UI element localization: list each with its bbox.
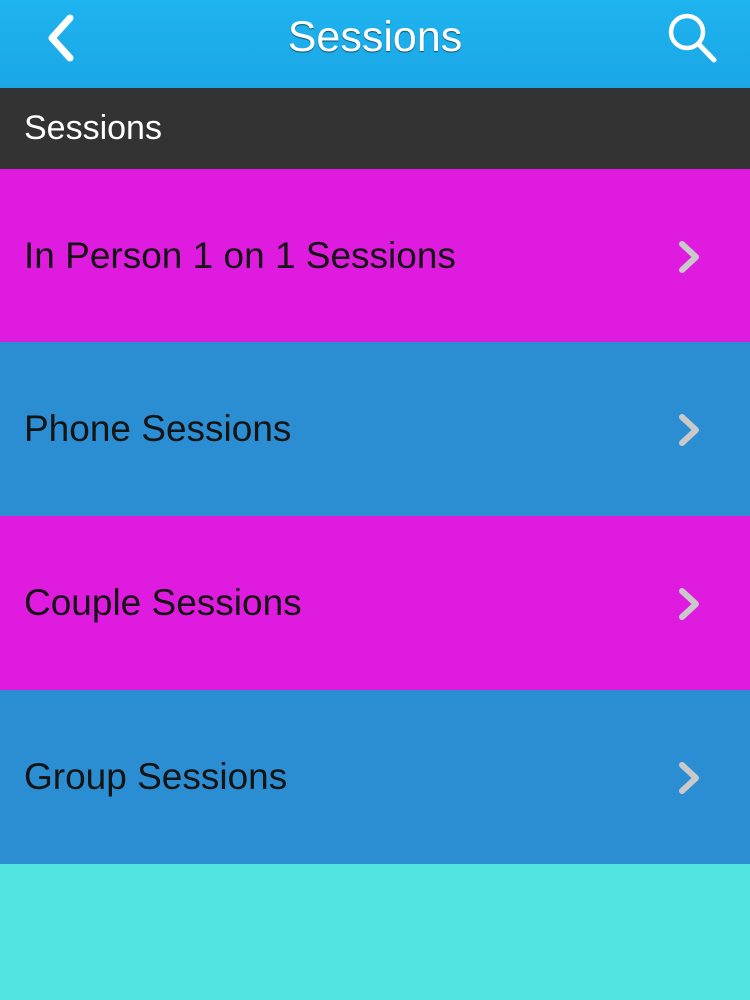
list-item-group-sessions[interactable]: Group Sessions xyxy=(0,690,750,864)
list-item-label: In Person 1 on 1 Sessions xyxy=(24,235,456,276)
chevron-right-icon xyxy=(679,762,699,794)
list-item-couple-sessions[interactable]: Couple Sessions xyxy=(0,516,750,690)
chevron-right-icon xyxy=(679,588,699,620)
list-item-label: Phone Sessions xyxy=(24,408,292,449)
list-item-in-person-sessions[interactable]: In Person 1 on 1 Sessions xyxy=(0,169,750,342)
section-header: Sessions xyxy=(0,88,750,169)
chevron-right-icon xyxy=(679,414,699,446)
navigation-bar: Sessions xyxy=(0,0,750,88)
search-button[interactable] xyxy=(660,6,724,70)
list-item-label: Group Sessions xyxy=(24,756,288,797)
chevron-right-icon xyxy=(679,241,699,273)
page-title: Sessions xyxy=(287,13,463,61)
sessions-list: In Person 1 on 1 Sessions Phone Sessions… xyxy=(0,169,750,864)
list-item-phone-sessions[interactable]: Phone Sessions xyxy=(0,342,750,516)
search-icon xyxy=(668,13,717,63)
list-item-label: Couple Sessions xyxy=(24,582,302,623)
